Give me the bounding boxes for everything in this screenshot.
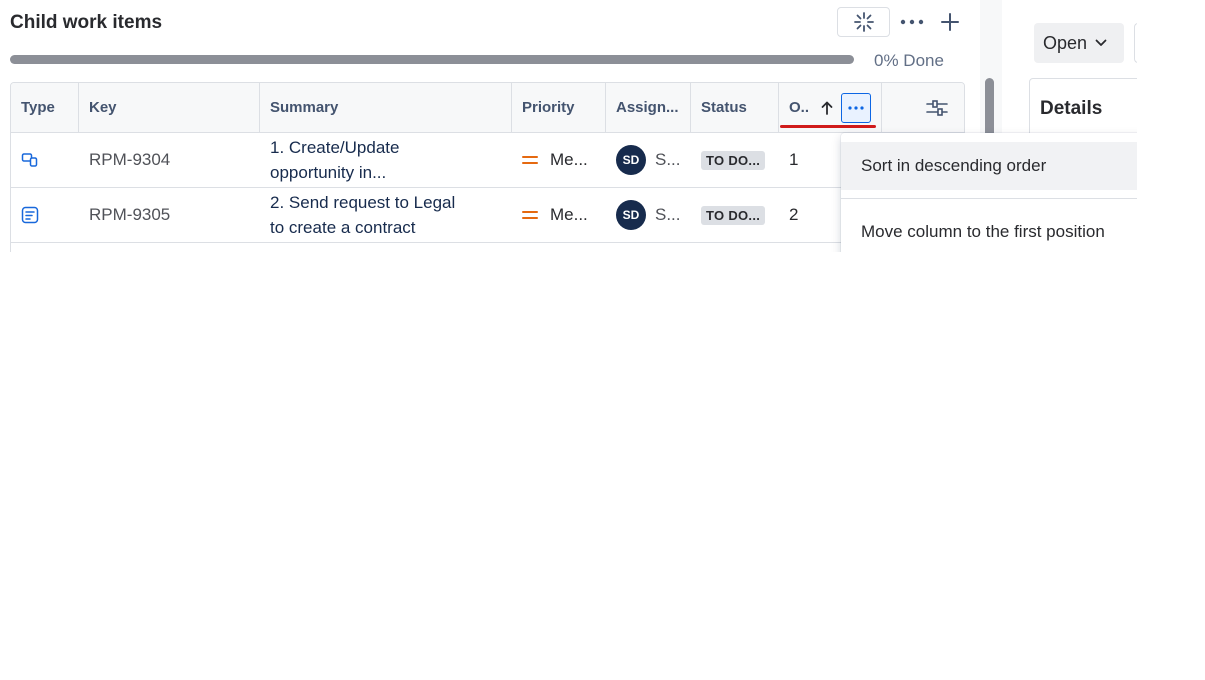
column-header-type[interactable]: Type: [11, 83, 79, 132]
column-header-key[interactable]: Key: [79, 83, 260, 132]
column-options-menu: Sort in descending order Move column to …: [841, 133, 1137, 252]
type-cell: [11, 133, 79, 187]
child-items-table: Type Key Summary Priority Assign... Stat…: [10, 82, 965, 252]
summary-cell: 1. Create/Update opportunity in...: [260, 133, 512, 187]
status-open-button[interactable]: Open: [1034, 23, 1124, 63]
priority-medium-icon: [522, 210, 538, 220]
subtask-icon: [21, 152, 39, 168]
details-title: Details: [1040, 98, 1103, 119]
column-header-order-label: O..: [789, 99, 810, 116]
avatar: SD: [616, 145, 646, 175]
task-icon: [21, 206, 39, 224]
issue-key-link[interactable]: RPM-9305: [79, 188, 260, 242]
annotation-underline: [780, 125, 876, 128]
page-viewport: Child work items 0% Done Type Key Summar…: [0, 0, 1137, 252]
column-settings-cell: [882, 83, 964, 132]
priority-cell[interactable]: Me...: [512, 188, 606, 242]
assignee-name: S...: [655, 150, 681, 169]
sort-ascending-icon[interactable]: [821, 101, 833, 115]
type-cell: [11, 188, 79, 242]
priority-label: Me...: [550, 205, 588, 224]
column-header-status[interactable]: Status: [691, 83, 779, 132]
issue-summary[interactable]: 1. Create/Update opportunity in...: [270, 135, 470, 185]
order-cell: 2: [789, 205, 799, 224]
avatar: SD: [616, 200, 646, 230]
menu-divider: [841, 198, 1137, 199]
progress-bar: [10, 55, 854, 64]
status-cell[interactable]: TO DO...: [691, 188, 779, 242]
ai-suggest-button[interactable]: [837, 7, 890, 37]
priority-label: Me...: [550, 150, 588, 169]
status-cell[interactable]: TO DO...: [691, 133, 779, 187]
chevron-down-icon: [1095, 39, 1107, 47]
more-actions-button[interactable]: [897, 7, 927, 37]
more-horizontal-icon: [900, 19, 924, 25]
plus-icon: [940, 12, 960, 32]
more-horizontal-icon: [848, 106, 864, 110]
assignee-cell[interactable]: SD S...: [606, 133, 691, 187]
menu-item-move-first[interactable]: Move column to the first position: [841, 208, 1137, 252]
column-more-button[interactable]: [841, 93, 871, 123]
section-title: Child work items: [10, 12, 163, 33]
progress-label: 0% Done: [874, 51, 944, 70]
order-cell: 1: [789, 150, 799, 169]
menu-item-sort-descending[interactable]: Sort in descending order: [841, 142, 1137, 190]
add-child-button[interactable]: [935, 7, 965, 37]
status-open-label: Open: [1043, 32, 1088, 53]
status-badge: TO DO...: [701, 150, 766, 170]
partial-action-button[interactable]: [1134, 23, 1137, 63]
summary-cell: 2. Send request to Legal to create a con…: [260, 188, 512, 242]
column-header-assignee[interactable]: Assign...: [606, 83, 691, 132]
issue-summary[interactable]: 2. Send request to Legal to create a con…: [270, 190, 470, 240]
column-header-priority[interactable]: Priority: [512, 83, 606, 132]
table-row[interactable]: RPM-9304 1. Create/Update opportunity in…: [11, 133, 964, 188]
priority-cell[interactable]: Me...: [512, 133, 606, 187]
table-row[interactable]: RPM-9305 2. Send request to Legal to cre…: [11, 188, 964, 243]
column-header-summary[interactable]: Summary: [260, 83, 512, 132]
sparkle-loader-icon: [853, 11, 875, 33]
assignee-cell[interactable]: SD S...: [606, 188, 691, 242]
column-settings-icon[interactable]: [926, 99, 948, 117]
assignee-name: S...: [655, 205, 681, 224]
issue-key-link[interactable]: RPM-9304: [79, 133, 260, 187]
priority-medium-icon: [522, 155, 538, 165]
status-badge: TO DO...: [701, 205, 766, 225]
